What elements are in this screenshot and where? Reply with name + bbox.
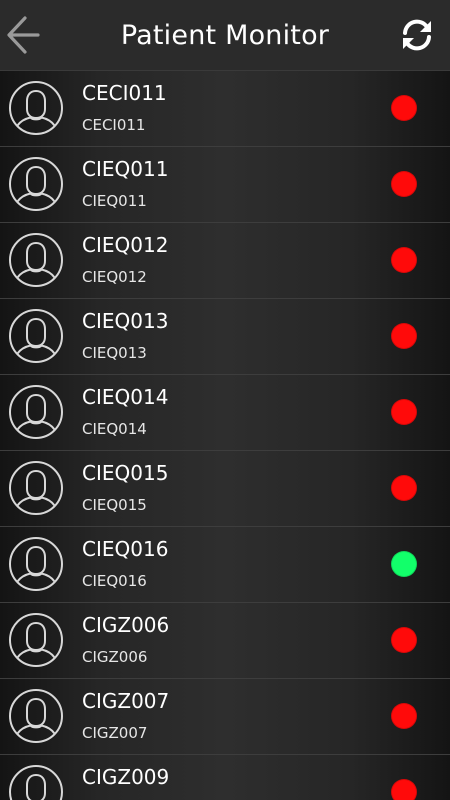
patient-name: CIEQ016 xyxy=(82,537,169,561)
patient-id: CIEQ012 xyxy=(82,268,147,286)
user-avatar-icon xyxy=(9,689,63,743)
patient-name: CIGZ007 xyxy=(82,689,170,713)
user-avatar-icon xyxy=(9,765,63,800)
refresh-button[interactable] xyxy=(398,16,436,54)
patient-name: CIGZ009 xyxy=(82,765,170,789)
user-avatar-icon xyxy=(9,537,63,591)
patient-name: CIEQ013 xyxy=(82,309,169,333)
user-avatar-icon xyxy=(9,385,63,439)
patient-row[interactable]: CIGZ006 CIGZ006 xyxy=(0,603,450,679)
patient-id: CIGZ007 xyxy=(82,724,148,742)
status-indicator xyxy=(391,323,417,349)
user-avatar-icon xyxy=(9,81,63,135)
patient-id: CIEQ013 xyxy=(82,344,147,362)
patient-row[interactable]: CIGZ007 CIGZ007 xyxy=(0,679,450,755)
status-indicator xyxy=(391,247,417,273)
patient-row[interactable]: CIEQ012 CIEQ012 xyxy=(0,223,450,299)
status-indicator xyxy=(391,779,417,800)
user-avatar-icon xyxy=(9,461,63,515)
user-avatar-icon xyxy=(9,309,63,363)
patient-name: CIEQ015 xyxy=(82,461,169,485)
status-indicator xyxy=(391,171,417,197)
patient-list: CECI011 CECI011 CIEQ011 CIEQ011 CIEQ012 … xyxy=(0,71,450,800)
status-indicator xyxy=(391,95,417,121)
patient-name: CIEQ011 xyxy=(82,157,169,181)
patient-row[interactable]: CIEQ015 CIEQ015 xyxy=(0,451,450,527)
patient-name: CIGZ006 xyxy=(82,613,170,637)
patient-id: CIGZ006 xyxy=(82,648,148,666)
refresh-icon xyxy=(403,19,431,51)
patient-id: CIEQ014 xyxy=(82,420,147,438)
patient-name: CECI011 xyxy=(82,81,167,105)
user-avatar-icon xyxy=(9,613,63,667)
patient-id: CIEQ015 xyxy=(82,496,147,514)
patient-row[interactable]: CIEQ016 CIEQ016 xyxy=(0,527,450,603)
patient-row[interactable]: CIEQ011 CIEQ011 xyxy=(0,147,450,223)
user-avatar-icon xyxy=(9,157,63,211)
patient-name: CIEQ014 xyxy=(82,385,169,409)
page-title: Patient Monitor xyxy=(120,20,330,51)
patient-id: CECI011 xyxy=(82,116,146,134)
user-avatar-icon xyxy=(9,233,63,287)
patient-id: CIEQ016 xyxy=(82,572,147,590)
patient-row[interactable]: CIEQ013 CIEQ013 xyxy=(0,299,450,375)
patient-row[interactable]: CIEQ014 CIEQ014 xyxy=(0,375,450,451)
status-indicator xyxy=(391,627,417,653)
patient-id: CIEQ011 xyxy=(82,192,147,210)
status-indicator xyxy=(391,475,417,501)
patient-name: CIEQ012 xyxy=(82,233,169,257)
app-screen: Patient Monitor CECI011 CECI011 CIEQ011 … xyxy=(0,0,450,800)
status-indicator xyxy=(391,399,417,425)
patient-row[interactable]: CECI011 CECI011 xyxy=(0,71,450,147)
patient-row[interactable]: CIGZ009 CIGZ009 xyxy=(0,755,450,800)
app-header: Patient Monitor xyxy=(0,0,450,71)
status-indicator xyxy=(391,703,417,729)
status-indicator xyxy=(391,551,417,577)
